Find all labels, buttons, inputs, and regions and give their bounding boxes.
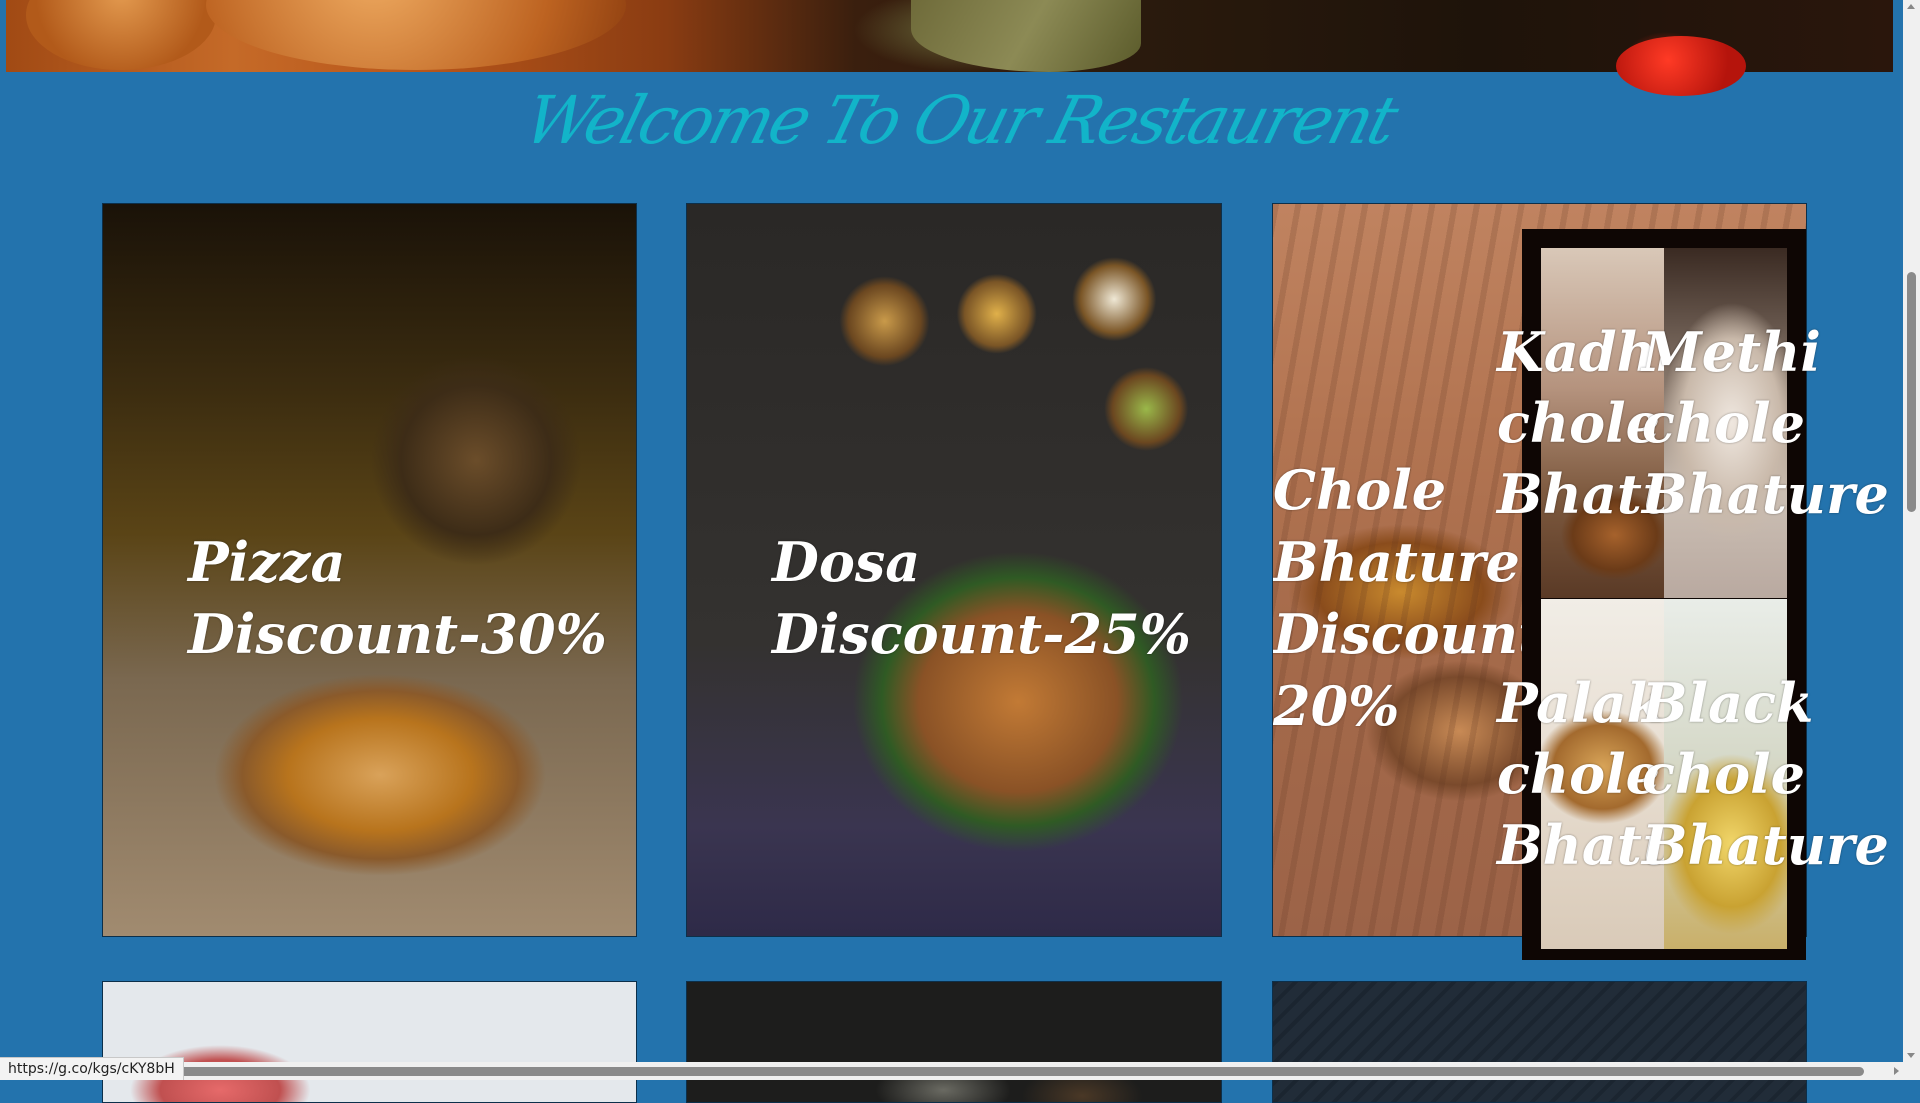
card-title: Pizza [188, 530, 346, 594]
pizza-card[interactable]: Pizza Discount-30% [102, 203, 637, 937]
submenu-item-label: Methi chole Bhature [1642, 320, 1889, 526]
submenu-item-label: Black chole Bhature [1642, 671, 1889, 877]
card-title: Dosa [772, 530, 921, 594]
welcome-heading: Welcome To Our Restaurent [516, 82, 1404, 159]
link-status-url: https://g.co/kgs/cKY8bH [0, 1057, 184, 1080]
bay-leaf-image [911, 0, 1141, 72]
submenu-item-black[interactable]: Black chole Bhature [1642, 599, 1889, 949]
food-card[interactable] [102, 981, 637, 1103]
dosa-card[interactable]: Dosa Discount-25% [686, 203, 1222, 937]
scroll-up-arrow-icon[interactable] [1907, 4, 1915, 9]
card-title: Chole Bhature [1273, 458, 1520, 594]
bread-roll-image [206, 0, 626, 70]
card-discount: Discount-25% [772, 602, 1191, 666]
food-card[interactable] [1272, 981, 1807, 1103]
scrollbar-thumb[interactable] [1907, 272, 1916, 512]
food-card[interactable] [686, 981, 1222, 1103]
submenu-item-methi[interactable]: Methi chole Bhature [1642, 248, 1889, 598]
pizza-card-label: Pizza Discount-30% [188, 526, 607, 670]
vertical-scrollbar[interactable] [1903, 0, 1920, 1062]
card-discount: Discount-30% [188, 602, 607, 666]
chole-bhature-submenu: Kadhi chole Bhature Methi chole Bhature … [1497, 229, 1889, 960]
horizontal-scrollbar[interactable] [0, 1062, 1903, 1080]
dosa-card-label: Dosa Discount-25% [772, 526, 1191, 670]
hero-banner-image [6, 0, 1893, 96]
scroll-right-arrow-icon[interactable] [1894, 1067, 1899, 1075]
scrollbar-corner [1903, 1062, 1920, 1080]
scrollbar-thumb[interactable] [4, 1067, 1864, 1076]
bread-roll-image [26, 0, 216, 70]
scroll-down-arrow-icon[interactable] [1907, 1053, 1915, 1058]
